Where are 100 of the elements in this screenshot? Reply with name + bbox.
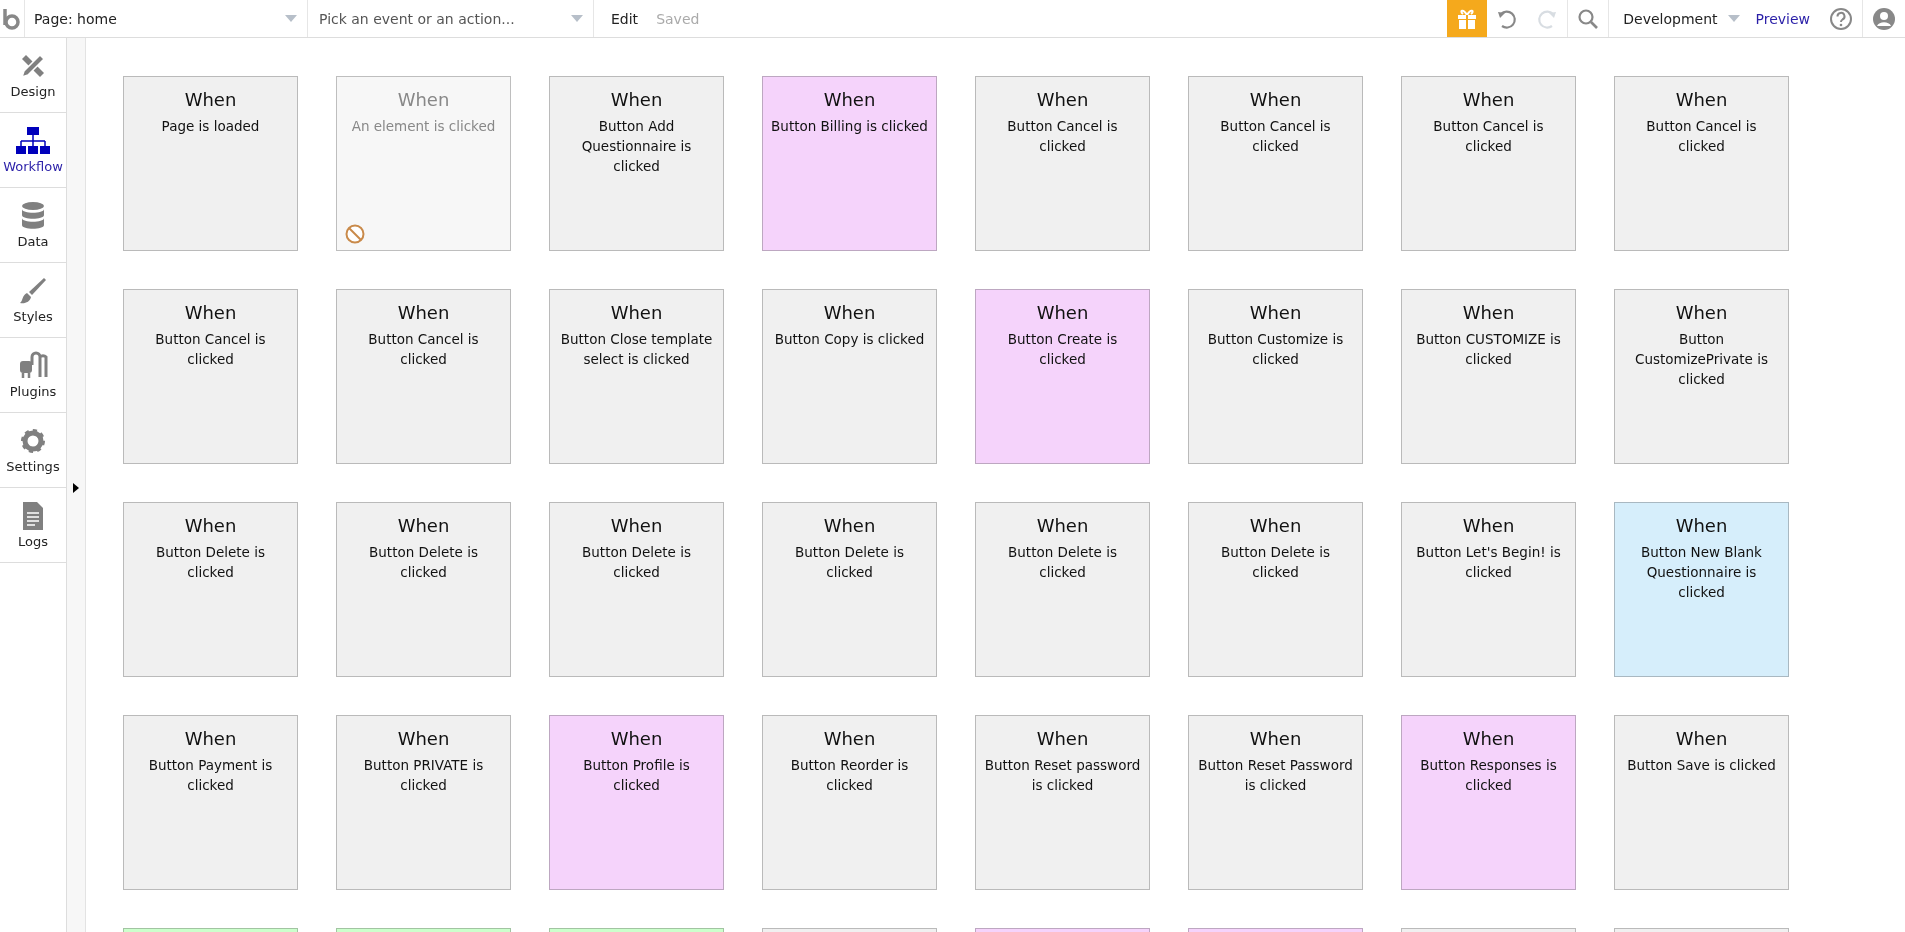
- event-card[interactable]: When Button CUSTOMIZE is clicked: [1401, 289, 1576, 464]
- sidebar-label: Design: [10, 84, 56, 99]
- caret-icon: [1727, 15, 1740, 22]
- event-card[interactable]: When Button Customize is clicked: [1188, 289, 1363, 464]
- card-title: When: [1462, 728, 1515, 749]
- sidebar-tab[interactable]: Workflow: [0, 113, 66, 188]
- card-title: When: [1675, 728, 1728, 749]
- event-description: Button Delete is clicked: [368, 543, 479, 582]
- event-card[interactable]: When Button Let's Begin! is clicked: [1401, 502, 1576, 677]
- event-description: Button Cancel is clicked: [1645, 117, 1758, 156]
- environment-dropdown[interactable]: Development: [1623, 10, 1740, 27]
- card-title: When: [1249, 89, 1302, 110]
- flowchart-icon: [16, 126, 50, 156]
- event-card[interactable]: When Button Cancel is clicked: [1614, 76, 1789, 251]
- event-description: Button Reorder is clicked: [789, 756, 910, 795]
- event-card[interactable]: When Button Add Questionnaire is clicked: [549, 76, 724, 251]
- event-card[interactable]: When Button Reorder is clicked: [762, 715, 937, 890]
- event-card[interactable]: When Button New Blank Questionnaire is clicked: [1614, 502, 1789, 677]
- event-description: Button Save is clicked: [1627, 756, 1776, 775]
- card-title: When: [823, 302, 876, 323]
- gift-button[interactable]: [1447, 0, 1488, 37]
- event-description: Page is loaded: [161, 117, 260, 136]
- logo-icon[interactable]: [2, 7, 20, 30]
- card-title: When: [823, 89, 876, 110]
- event-description: Button Delete is clicked: [155, 543, 266, 582]
- event-card[interactable]: When Button Delete is clicked: [1188, 502, 1363, 677]
- event-description: Button Cancel is clicked: [1006, 117, 1119, 156]
- card-title: When: [1036, 515, 1089, 536]
- event-description: Button Cancel is clicked: [1432, 117, 1545, 156]
- card-title: When: [1249, 515, 1302, 536]
- edit-menu[interactable]: Edit: [611, 10, 639, 27]
- card-title: When: [397, 302, 450, 323]
- event-card[interactable]: When Button Close template select is clicked: [549, 289, 724, 464]
- disabled-icon: [345, 224, 365, 244]
- event-card[interactable]: When Button Delete is clicked: [549, 502, 724, 677]
- card-title: When: [1249, 728, 1302, 749]
- event-card[interactable]: When Button Cancel is clicked: [975, 76, 1150, 251]
- event-description: Button Billing is clicked: [771, 117, 928, 136]
- page-dropdown[interactable]: Page: home: [24, 0, 308, 37]
- save-status: Saved: [656, 10, 700, 27]
- event-description: An element is clicked: [351, 117, 496, 136]
- help-icon[interactable]: [1829, 6, 1853, 31]
- card-title: When: [397, 89, 450, 110]
- card-title: When: [1675, 89, 1728, 110]
- event-card[interactable]: When Button Save is clicked: [1614, 715, 1789, 890]
- event-description: Button Delete is clicked: [1007, 543, 1118, 582]
- event-description: Button Copy is clicked: [774, 330, 925, 349]
- card-title: When: [1036, 302, 1089, 323]
- event-card[interactable]: When Button PRIVATE is clicked: [336, 715, 511, 890]
- event-description: Button PRIVATE is clicked: [362, 756, 485, 795]
- gear-icon: [18, 426, 48, 456]
- undo-icon[interactable]: [1496, 7, 1519, 30]
- event-description: Button Profile is clicked: [582, 756, 691, 795]
- event-card[interactable]: When Button Billing is clicked: [762, 76, 937, 251]
- event-card[interactable]: When Button Responses is clicked: [1401, 715, 1576, 890]
- sidebar-tab[interactable]: Styles: [0, 263, 66, 338]
- event-card[interactable]: When Button Delete is clicked: [123, 502, 298, 677]
- card-title: When: [397, 515, 450, 536]
- sidebar-tab[interactable]: Settings: [0, 413, 66, 488]
- sidebar-label: Data: [17, 234, 49, 249]
- sidebar-tab[interactable]: Plugins: [0, 338, 66, 413]
- event-card[interactable]: When Button CustomizePrivate is clicked: [1614, 289, 1789, 464]
- event-card[interactable]: When Button Cancel is clicked: [123, 289, 298, 464]
- event-description: Button CustomizePrivate is clicked: [1634, 330, 1769, 389]
- event-card[interactable]: When Button Cancel is clicked: [336, 289, 511, 464]
- expand-arrow-icon[interactable]: [73, 483, 79, 493]
- event-card[interactable]: When Button Copy is clicked: [762, 289, 937, 464]
- card-title: When: [823, 515, 876, 536]
- event-card[interactable]: When Button Delete is clicked: [336, 502, 511, 677]
- preview-link[interactable]: Preview: [1755, 10, 1810, 27]
- event-description: Button Create is clicked: [1006, 330, 1119, 369]
- event-card[interactable]: When Button Create is clicked: [975, 289, 1150, 464]
- event-card[interactable]: When Button Delete is clicked: [975, 502, 1150, 677]
- sidebar-label: Workflow: [3, 159, 63, 174]
- event-description: Button Close template select is clicked: [559, 330, 714, 369]
- event-card[interactable]: When Page is loaded: [123, 76, 298, 251]
- avatar-icon[interactable]: [1872, 6, 1896, 31]
- card-title: When: [1675, 302, 1728, 323]
- sidebar-tab[interactable]: Logs: [0, 488, 66, 563]
- event-card[interactable]: When Button Delete is clicked: [762, 502, 937, 677]
- event-card[interactable]: When Button Cancel is clicked: [1401, 76, 1576, 251]
- card-title: When: [397, 728, 450, 749]
- event-description: Button Cancel is clicked: [154, 330, 267, 369]
- sidebar-tab[interactable]: Design: [0, 38, 66, 113]
- event-card[interactable]: When Button Payment is clicked: [123, 715, 298, 890]
- card-title: When: [1462, 89, 1515, 110]
- search-icon[interactable]: [1577, 7, 1600, 30]
- card-title: When: [823, 728, 876, 749]
- event-card[interactable]: When Button Cancel is clicked: [1188, 76, 1363, 251]
- event-card[interactable]: When Button Reset password is clicked: [975, 715, 1150, 890]
- event-dropdown[interactable]: Pick an event or an action...: [317, 9, 561, 28]
- card-title: When: [184, 728, 237, 749]
- event-description: Button Cancel is clicked: [1219, 117, 1332, 156]
- event-card[interactable]: When Button Profile is clicked: [549, 715, 724, 890]
- database-icon: [21, 201, 45, 231]
- sidebar-tab[interactable]: Data: [0, 188, 66, 263]
- caret-icon: [571, 15, 583, 22]
- sidebar-label: Styles: [13, 309, 53, 324]
- event-description: Button Reset Password is clicked: [1197, 756, 1354, 795]
- event-card[interactable]: When Button Reset Password is clicked: [1188, 715, 1363, 890]
